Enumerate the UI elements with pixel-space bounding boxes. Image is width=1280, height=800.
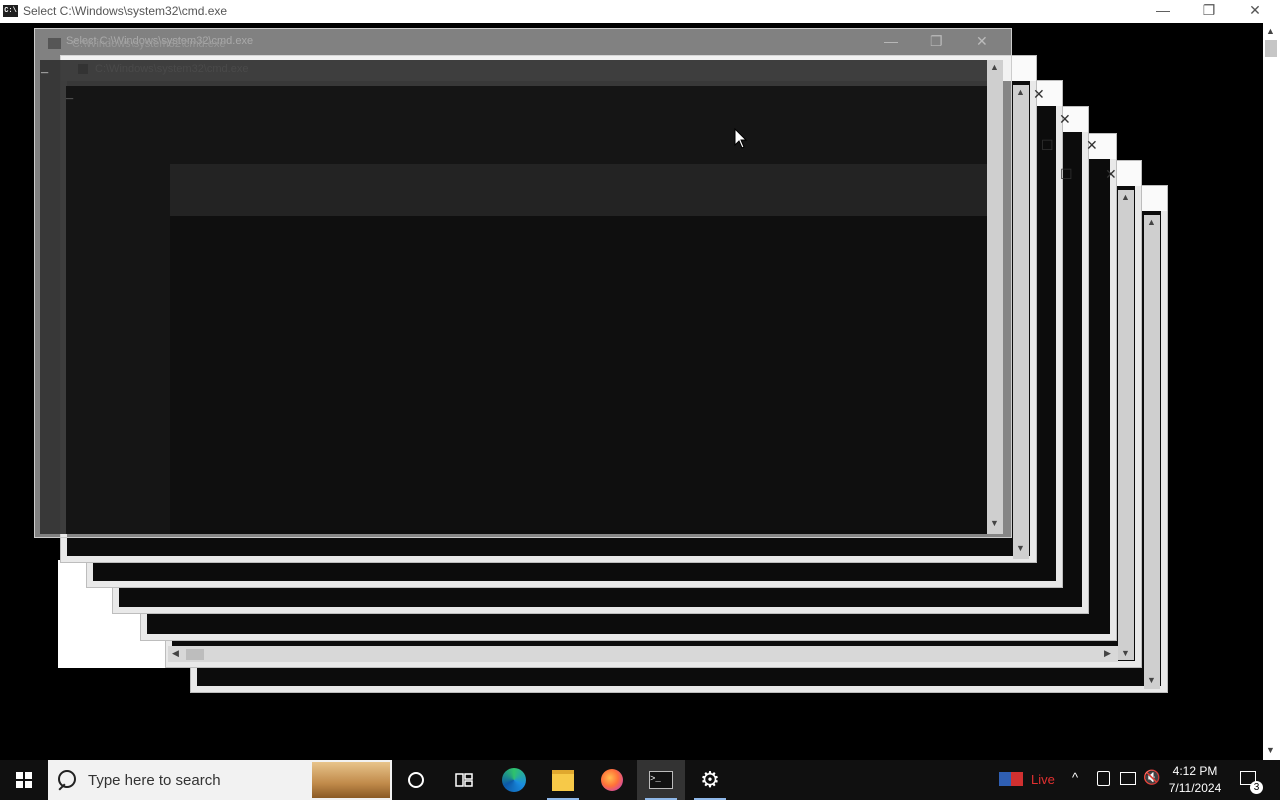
scroll-down-arrow-icon[interactable]: ▼	[1016, 543, 1025, 553]
ghost-maximize-icon[interactable]: ☐	[1060, 166, 1073, 183]
mouse-pointer-icon	[734, 128, 748, 149]
edge-button[interactable]	[490, 760, 538, 800]
ghost-maximize-icon[interactable]: ☐	[1041, 137, 1054, 154]
ghost-minimize-icon[interactable]: —	[884, 33, 898, 49]
horizontal-scrollbar[interactable]	[168, 646, 1118, 662]
clock-date[interactable]: 7/11/2024	[1165, 781, 1225, 795]
speaker-muted-icon[interactable]: 🔇	[1143, 769, 1160, 786]
settings-button[interactable]: ⚙	[686, 760, 734, 800]
terminal-button[interactable]: >_	[637, 760, 685, 800]
cmd-icon	[48, 38, 61, 49]
ghost-window-title: C:\Windows\system32\cmd.exe	[95, 63, 249, 75]
windows-logo-icon	[16, 772, 32, 788]
vertical-scrollbar[interactable]	[1263, 23, 1280, 760]
cortana-button[interactable]	[392, 760, 440, 800]
ghost-close-icon[interactable]: ✕	[1059, 111, 1071, 128]
vertical-scrollbar[interactable]	[1118, 190, 1134, 660]
text-cursor: _	[41, 62, 49, 76]
scroll-down-arrow-icon[interactable]: ▼	[990, 518, 999, 528]
cmd-icon	[78, 64, 88, 74]
start-button[interactable]	[0, 760, 48, 800]
clock-time[interactable]: 4:12 PM	[1165, 764, 1225, 778]
ghost-close-icon[interactable]: ✕	[976, 33, 988, 50]
firefox-button[interactable]	[588, 760, 636, 800]
scroll-up-arrow-icon[interactable]: ▲	[990, 62, 999, 72]
window-title: Select C:\Windows\system32\cmd.exe	[23, 4, 228, 18]
task-view-icon	[455, 773, 473, 787]
search-placeholder[interactable]: Type here to search	[88, 772, 221, 789]
ghost-window-title: C:\Windows\system32\cmd.exe	[72, 38, 226, 50]
network-icon[interactable]	[1120, 772, 1136, 785]
scroll-up-arrow-icon[interactable]: ▲	[1016, 87, 1025, 97]
edge-icon	[502, 768, 526, 792]
scroll-thumb[interactable]	[1265, 40, 1277, 57]
scroll-down-arrow-icon[interactable]: ▼	[1266, 745, 1275, 755]
cmd-icon: C:\	[3, 5, 18, 17]
scroll-left-arrow-icon[interactable]: ◀	[172, 648, 179, 659]
settings-icon: ⚙	[700, 767, 720, 792]
device-icon[interactable]	[1097, 771, 1110, 786]
ghost-titlebar-overlay	[170, 164, 987, 216]
search-highlight-image[interactable]	[312, 762, 390, 798]
ghost-close-icon[interactable]: ✕	[1105, 166, 1117, 183]
restore-button[interactable]: ❐	[1186, 0, 1232, 23]
chevron-up-icon[interactable]: ^	[1072, 770, 1078, 785]
notification-badge: 3	[1250, 781, 1263, 794]
text-cursor: _	[66, 88, 74, 102]
scroll-down-arrow-icon[interactable]: ▼	[1121, 648, 1130, 658]
vertical-scrollbar[interactable]	[987, 60, 1003, 534]
file-explorer-button[interactable]	[539, 760, 587, 800]
file-explorer-icon	[552, 769, 574, 791]
ghost-restore-icon[interactable]: ❐	[930, 33, 943, 50]
mlb-live-icon[interactable]	[999, 772, 1023, 786]
scroll-up-arrow-icon[interactable]: ▲	[1147, 217, 1156, 227]
close-button[interactable]: ✕	[1232, 0, 1278, 23]
firefox-icon	[601, 769, 623, 791]
terminal-icon: >_	[649, 771, 673, 789]
vertical-scrollbar[interactable]	[1013, 85, 1029, 559]
vertical-scrollbar[interactable]	[1144, 215, 1160, 689]
live-label[interactable]: Live	[1031, 772, 1055, 787]
console-inner	[170, 216, 987, 534]
scroll-up-arrow-icon[interactable]: ▲	[1266, 26, 1275, 36]
minimize-button[interactable]: —	[1140, 0, 1186, 23]
scroll-down-arrow-icon[interactable]: ▼	[1147, 675, 1156, 685]
cortana-icon	[408, 772, 424, 788]
task-view-button[interactable]	[440, 760, 488, 800]
ghost-close-icon[interactable]: ✕	[1086, 137, 1098, 154]
scroll-up-arrow-icon[interactable]: ▲	[1121, 192, 1130, 202]
horizontal-scroll-thumb[interactable]	[186, 649, 204, 660]
scroll-right-arrow-icon[interactable]: ▶	[1104, 648, 1111, 659]
ghost-close-icon[interactable]: ✕	[1033, 86, 1045, 103]
